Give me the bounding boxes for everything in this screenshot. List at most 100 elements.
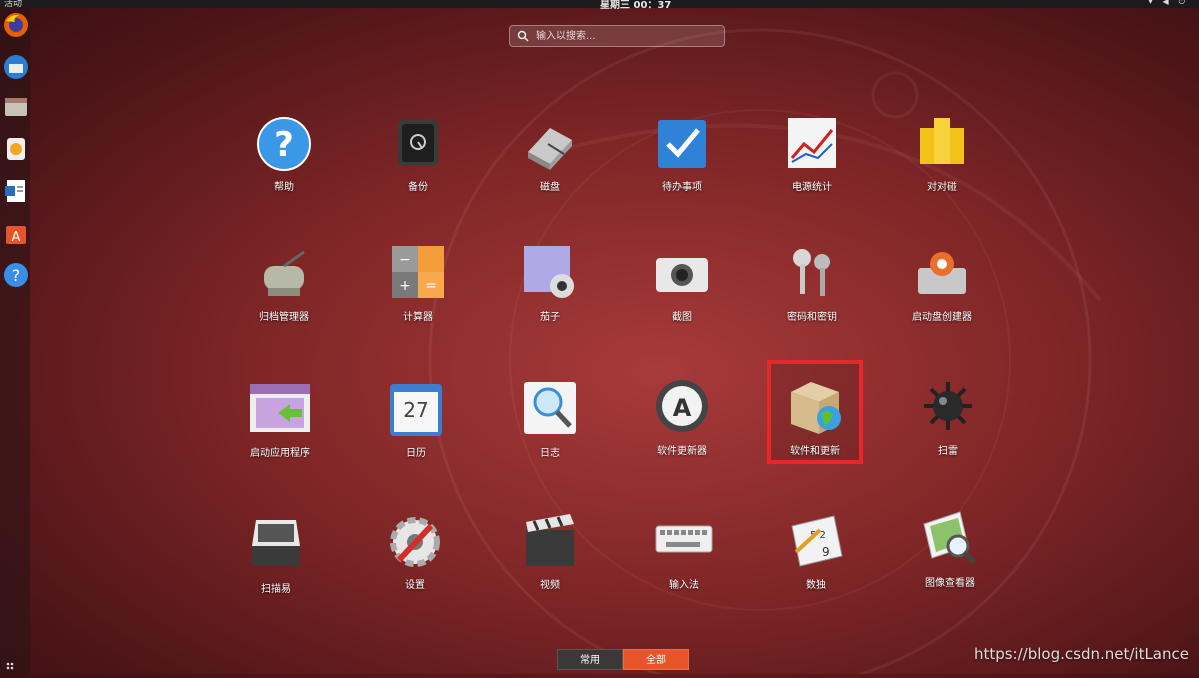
app-passwords-keys[interactable]: 密码和密钥 bbox=[752, 244, 872, 354]
svg-text:=: = bbox=[425, 278, 437, 294]
thunderbird-icon[interactable] bbox=[3, 54, 29, 80]
app-software-updater[interactable]: A 软件更新器 bbox=[622, 378, 742, 488]
writer-icon[interactable] bbox=[3, 178, 29, 204]
mine-icon bbox=[924, 382, 972, 430]
app-label: 帮助 bbox=[274, 182, 294, 193]
app-image-viewer[interactable]: 图像查看器 bbox=[890, 510, 1010, 620]
cheese-webcam-icon bbox=[524, 246, 574, 298]
app-archive-manager[interactable]: 归档管理器 bbox=[224, 244, 344, 354]
sudoku-icon: 5 2 9 bbox=[791, 515, 843, 567]
app-startup-applications[interactable]: 启动应用程序 bbox=[220, 380, 340, 490]
watermark-text: https://blog.csdn.net/itLance bbox=[973, 645, 1189, 663]
app-screenshot[interactable]: 截图 bbox=[622, 244, 742, 354]
app-label: 数独 bbox=[806, 580, 826, 591]
app-mines[interactable]: 扫雷 bbox=[888, 378, 1008, 488]
app-label: 软件和更新 bbox=[790, 446, 840, 457]
calculator-icon: − + = bbox=[392, 246, 444, 298]
network-icon[interactable]: ▾ bbox=[1149, 0, 1153, 7]
clock[interactable]: 星期三 00：37 bbox=[600, 0, 671, 11]
system-tray[interactable]: ▾ ◀ ⏻ bbox=[1149, 0, 1186, 7]
app-disks[interactable]: 磁盘 bbox=[490, 114, 610, 224]
app-label: 扫雷 bbox=[938, 446, 958, 457]
software-updater-icon: A bbox=[656, 380, 708, 432]
keys-icon bbox=[793, 249, 830, 296]
svg-text:?: ? bbox=[12, 266, 21, 285]
app-label: 日志 bbox=[540, 448, 560, 459]
app-label: 截图 bbox=[672, 312, 692, 323]
all-apps-tab[interactable]: 全部 bbox=[623, 649, 689, 670]
show-apps-icon[interactable] bbox=[3, 648, 29, 674]
app-todo[interactable]: 待办事项 bbox=[622, 114, 742, 224]
dock: A ? bbox=[0, 8, 30, 674]
app-settings[interactable]: 设置 bbox=[355, 512, 475, 622]
svg-text:A: A bbox=[673, 394, 692, 422]
power-icon[interactable]: ⏻ bbox=[1179, 0, 1185, 7]
app-power-statistics[interactable]: 电源统计 bbox=[752, 114, 872, 224]
camera-icon bbox=[656, 258, 708, 292]
app-videos[interactable]: 视频 bbox=[490, 512, 610, 622]
help-dock-icon[interactable]: ? bbox=[3, 262, 29, 288]
app-software-and-updates[interactable]: 软件和更新 bbox=[755, 378, 875, 488]
app-label: 待办事项 bbox=[662, 182, 702, 193]
search-input[interactable] bbox=[534, 29, 718, 43]
app-input-method[interactable]: 输入法 bbox=[624, 512, 744, 622]
startup-apps-icon bbox=[250, 384, 310, 432]
svg-text:9: 9 bbox=[822, 545, 830, 559]
calendar-day: 27 bbox=[403, 398, 429, 422]
svg-text:−: − bbox=[399, 252, 411, 268]
app-startup-disk-creator[interactable]: 启动盘创建器 bbox=[882, 244, 1002, 354]
app-logs[interactable]: 日志 bbox=[490, 380, 610, 490]
checkmark-icon bbox=[658, 120, 706, 168]
app-label: 启动应用程序 bbox=[250, 448, 310, 459]
top-bar: 活动 星期三 00：37 ▾ ◀ ⏻ bbox=[0, 0, 1199, 11]
app-cheese[interactable]: 茄子 bbox=[490, 244, 610, 354]
app-label: 图像查看器 bbox=[925, 578, 975, 589]
chart-icon bbox=[788, 118, 836, 168]
firefox-icon[interactable] bbox=[3, 12, 29, 38]
app-label: 茄子 bbox=[540, 312, 560, 323]
app-label: 视频 bbox=[540, 580, 560, 591]
keyboard-icon bbox=[655, 525, 713, 553]
help-icon: ? bbox=[257, 117, 311, 171]
svg-text:?: ? bbox=[274, 125, 294, 165]
log-magnifier-icon bbox=[524, 382, 576, 434]
svg-text:A: A bbox=[12, 230, 21, 245]
search-box[interactable] bbox=[509, 25, 725, 47]
clapperboard-icon bbox=[526, 514, 574, 566]
app-label: 扫描易 bbox=[261, 584, 291, 595]
app-calculator[interactable]: − + = 计算器 bbox=[358, 244, 478, 354]
app-label: 设置 bbox=[405, 580, 425, 591]
app-label: 启动盘创建器 bbox=[912, 312, 972, 323]
scanner-icon bbox=[252, 520, 300, 566]
software-properties-icon bbox=[791, 382, 841, 434]
app-label: 日历 bbox=[406, 448, 426, 459]
app-calendar[interactable]: 27 日历 bbox=[356, 380, 476, 490]
svg-text:+: + bbox=[399, 278, 411, 294]
rhythmbox-icon[interactable] bbox=[3, 136, 29, 162]
app-swell-foop[interactable]: 对对碰 bbox=[882, 114, 1002, 224]
files-icon[interactable] bbox=[3, 94, 29, 120]
app-sudoku[interactable]: 5 2 9 数独 bbox=[756, 512, 876, 622]
app-label: 备份 bbox=[408, 182, 428, 193]
app-label: 输入法 bbox=[669, 580, 699, 591]
disk-icon bbox=[528, 128, 572, 170]
app-simple-scan[interactable]: 扫描易 bbox=[216, 516, 336, 626]
frequent-apps-tab[interactable]: 常用 bbox=[557, 649, 623, 670]
usb-creator-icon bbox=[918, 252, 966, 294]
app-label: 计算器 bbox=[403, 312, 433, 323]
volume-icon[interactable]: ◀ bbox=[1163, 0, 1169, 7]
app-backup[interactable]: 备份 bbox=[358, 114, 478, 224]
app-label: 磁盘 bbox=[540, 182, 560, 193]
archive-roller-icon bbox=[264, 250, 305, 296]
app-label: 电源统计 bbox=[792, 182, 832, 193]
app-help[interactable]: ? 帮助 bbox=[224, 114, 344, 224]
app-label: 密码和密钥 bbox=[787, 312, 837, 323]
safe-icon bbox=[398, 120, 438, 166]
search-icon bbox=[517, 30, 529, 42]
activities-button[interactable]: 活动 bbox=[4, 0, 22, 9]
app-label: 对对碰 bbox=[927, 182, 957, 193]
app-label: 归档管理器 bbox=[259, 312, 309, 323]
settings-gear-icon bbox=[390, 517, 440, 567]
software-center-icon[interactable]: A bbox=[3, 220, 29, 246]
app-label: 软件更新器 bbox=[657, 446, 707, 457]
